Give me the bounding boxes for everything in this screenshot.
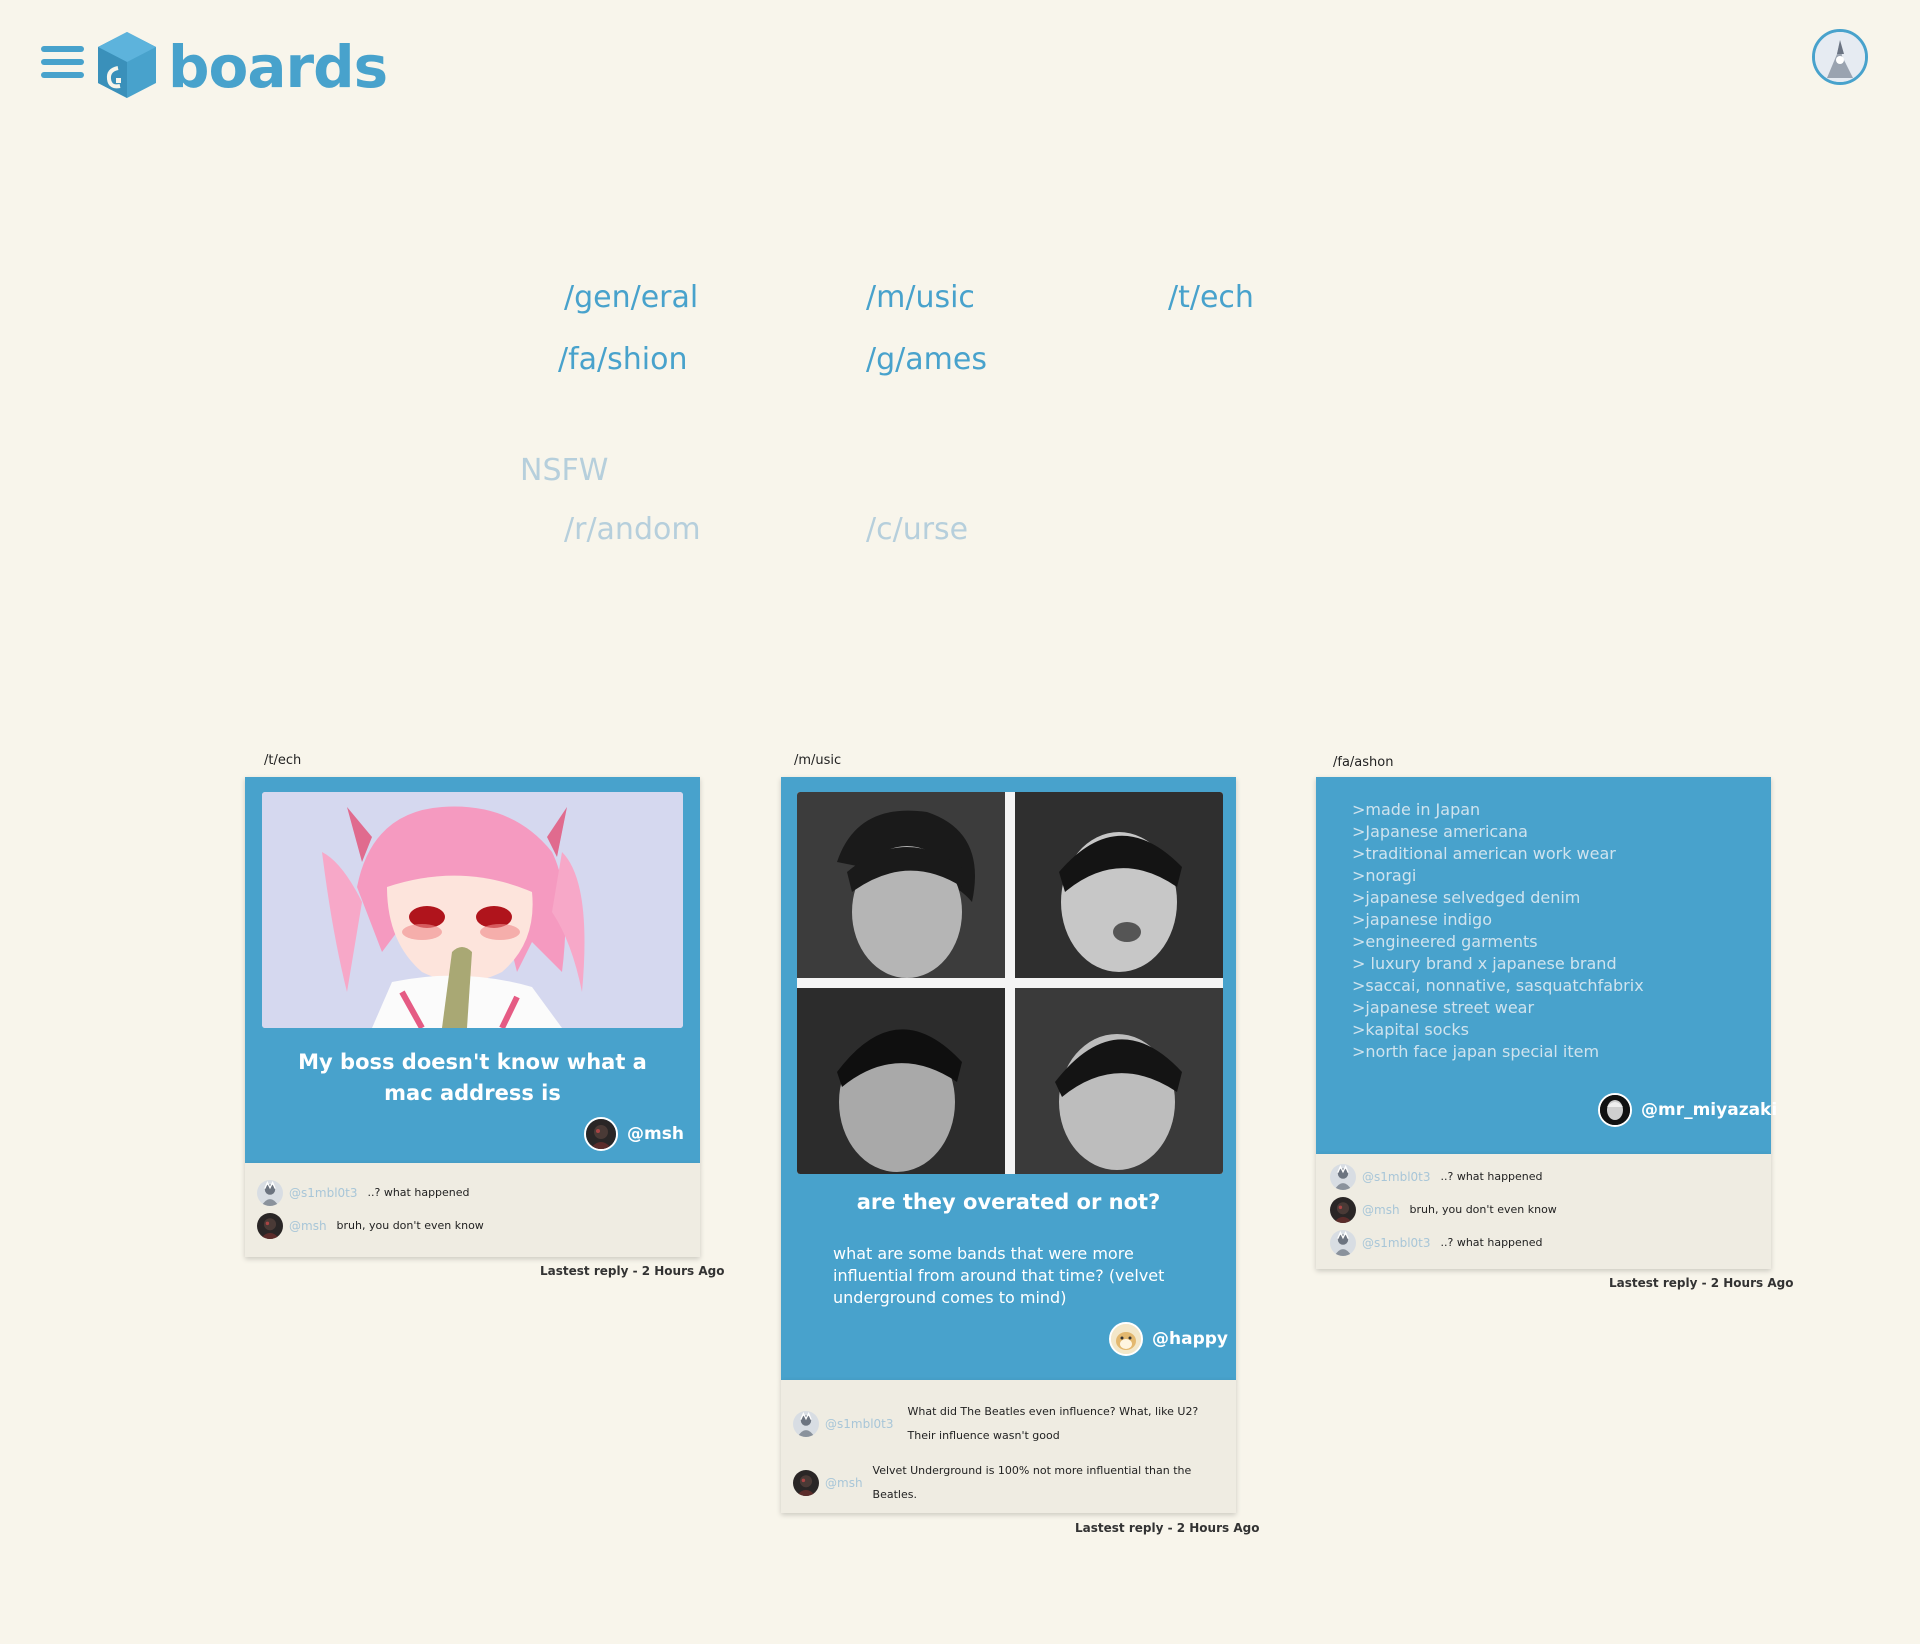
replies-panel: @s1mbl0t3 ..? what happened @msh bruh, y…: [1316, 1154, 1771, 1269]
list-line: >japanese selvedged denim: [1352, 888, 1581, 907]
author-avatar[interactable]: [1598, 1093, 1632, 1127]
board-link-curse[interactable]: /c/urse: [866, 510, 968, 550]
reply-avatar[interactable]: [1330, 1197, 1356, 1223]
reply-text: ..? what happened: [1440, 1236, 1543, 1249]
author-name[interactable]: @happy: [1152, 1329, 1228, 1349]
reply-username[interactable]: @s1mbl0t3: [289, 1186, 358, 1200]
logo-text[interactable]: boards: [168, 30, 388, 104]
reply-username[interactable]: @s1mbl0t3: [825, 1417, 894, 1431]
board-link-fashion[interactable]: /fa/shion: [558, 340, 688, 380]
reply-username[interactable]: @msh: [1362, 1203, 1400, 1217]
post-body: what are some bands that were more influ…: [833, 1244, 1165, 1307]
board-link-tech[interactable]: /t/ech: [1168, 278, 1254, 318]
list-line: >noragi: [1352, 866, 1417, 885]
author-name[interactable]: @msh: [627, 1124, 684, 1144]
list-line: >Japanese americana: [1352, 822, 1528, 841]
post-board-label[interactable]: /t/ech: [264, 753, 301, 769]
board-link-games[interactable]: /g/ames: [866, 340, 987, 380]
reply-username[interactable]: @msh: [825, 1476, 863, 1490]
author-avatar[interactable]: [584, 1117, 618, 1151]
list-line: >north face japan special item: [1352, 1042, 1600, 1061]
replies-panel: @s1mbl0t3 ..? what happened @msh bruh, y…: [245, 1163, 700, 1257]
reply-avatar[interactable]: [257, 1180, 283, 1206]
post-author[interactable]: @mr_miyazaki: [1598, 1093, 1777, 1127]
reply-text: bruh, you don't even know: [1409, 1203, 1557, 1216]
reply-avatar[interactable]: [1330, 1164, 1356, 1190]
reply-avatar[interactable]: [1330, 1230, 1356, 1256]
reply-text: ..? what happened: [1440, 1170, 1543, 1183]
reply-text: Velvet Underground is 100% not more infl…: [872, 1464, 1192, 1501]
reply-avatar[interactable]: [793, 1411, 819, 1437]
reply-item[interactable]: @msh Velvet Underground is 100% not more…: [793, 1459, 1236, 1507]
nsfw-heading: NSFW: [520, 453, 609, 488]
post-author[interactable]: @msh: [584, 1117, 684, 1151]
list-line: >engineered garments: [1352, 932, 1538, 951]
hamburger-menu-icon[interactable]: [41, 46, 84, 82]
reply-item[interactable]: @s1mbl0t3 ..? what happened: [257, 1180, 470, 1206]
post-image[interactable]: [797, 792, 1223, 1174]
reply-item[interactable]: @s1mbl0t3 What did The Beatles even infl…: [793, 1400, 1198, 1448]
post-title[interactable]: are they overated or not?: [821, 1187, 1196, 1218]
reply-item[interactable]: @s1mbl0t3 ..? what happened: [1330, 1164, 1543, 1190]
reply-avatar[interactable]: [793, 1470, 819, 1496]
reply-avatar[interactable]: [257, 1213, 283, 1239]
list-line: >japanese street wear: [1352, 998, 1535, 1017]
list-line: >kapital socks: [1352, 1020, 1469, 1039]
post-board-label[interactable]: /fa/ashon: [1333, 755, 1393, 771]
post-title[interactable]: My boss doesn't know what a mac address …: [285, 1047, 660, 1109]
reply-text: ..? what happened: [367, 1186, 470, 1199]
reply-text: What did The Beatles even influence? Wha…: [907, 1405, 1199, 1418]
reply-item[interactable]: @msh bruh, you don't even know: [1330, 1197, 1557, 1223]
latest-reply-time: Lastest reply - 2 Hours Ago: [1075, 1521, 1260, 1535]
reply-item[interactable]: @msh bruh, you don't even know: [257, 1213, 484, 1239]
post-author[interactable]: @happy: [1109, 1322, 1228, 1356]
cube-logo-icon[interactable]: [96, 30, 158, 100]
post-card[interactable]: >made in Japan >Japanese americana >trad…: [1316, 777, 1777, 1154]
post-board-label[interactable]: /m/usic: [794, 753, 841, 769]
reply-text: Their influence wasn't good: [907, 1429, 1060, 1442]
board-link-random[interactable]: /r/andom: [564, 510, 701, 550]
author-name[interactable]: @mr_miyazaki: [1641, 1100, 1777, 1120]
list-line: >traditional american work wear: [1352, 844, 1616, 863]
list-line: >saccai, nonnative, sasquatchfabrix: [1352, 976, 1644, 995]
reply-username[interactable]: @msh: [289, 1219, 327, 1233]
post-card[interactable]: My boss doesn't know what a mac address …: [245, 777, 700, 1163]
post-card[interactable]: are they overated or not? what are some …: [781, 777, 1236, 1380]
latest-reply-time: Lastest reply - 2 Hours Ago: [540, 1264, 725, 1278]
profile-avatar[interactable]: [1812, 29, 1868, 85]
post-body-list: >made in Japan >Japanese americana >trad…: [1352, 799, 1752, 1063]
reply-text: bruh, you don't even know: [336, 1219, 484, 1232]
reply-item[interactable]: @s1mbl0t3 ..? what happened: [1330, 1230, 1543, 1256]
board-link-general[interactable]: /gen/eral: [564, 278, 698, 318]
list-line: > luxury brand x japanese brand: [1352, 954, 1617, 973]
reply-text-block: What did The Beatles even influence? Wha…: [908, 1400, 1199, 1448]
list-line: >japanese indigo: [1352, 910, 1492, 929]
latest-reply-time: Lastest reply - 2 Hours Ago: [1609, 1276, 1794, 1290]
board-link-music[interactable]: /m/usic: [866, 278, 975, 318]
replies-panel: @s1mbl0t3 What did The Beatles even infl…: [781, 1380, 1236, 1513]
post-image[interactable]: [262, 792, 683, 1028]
reply-username[interactable]: @s1mbl0t3: [1362, 1170, 1431, 1184]
reply-username[interactable]: @s1mbl0t3: [1362, 1236, 1431, 1250]
list-line: >made in Japan: [1352, 800, 1481, 819]
author-avatar[interactable]: [1109, 1322, 1143, 1356]
